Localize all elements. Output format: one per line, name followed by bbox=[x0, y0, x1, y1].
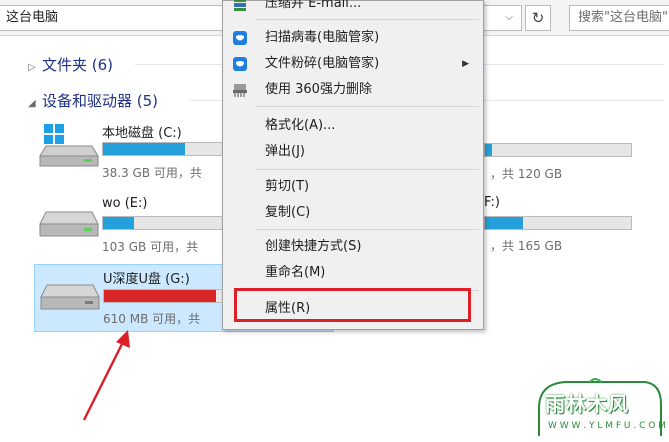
menu-item-label: 剪切(T) bbox=[265, 179, 310, 194]
usb-drive-icon bbox=[40, 284, 100, 310]
hard-drive-icon bbox=[39, 211, 99, 237]
chevron-down-icon[interactable]: ⌵ bbox=[501, 6, 517, 30]
group-label-devices: 设备和驱动器 (5) bbox=[42, 92, 159, 110]
drive-name: U深度U盘 (G:) bbox=[103, 272, 190, 287]
menu-item-rename[interactable]: 重命名(M) bbox=[223, 260, 483, 286]
drive-item[interactable]: 本地磁盘 (C:) 38.3 GB 可用，共 bbox=[34, 118, 224, 188]
search-placeholder: 搜索"这台电脑" bbox=[578, 10, 668, 25]
shield-icon bbox=[233, 57, 247, 71]
drive-usage-fill bbox=[485, 217, 523, 229]
drive-usage-bar bbox=[102, 216, 224, 230]
group-header-folders[interactable]: ▷ 文件夹 (6) bbox=[28, 54, 113, 75]
drive-space-text: 103 GB 可用，共 bbox=[102, 240, 199, 254]
shield-icon bbox=[233, 31, 247, 45]
drive-name: F:) bbox=[484, 195, 500, 210]
drive-usage-bar bbox=[484, 143, 632, 157]
chevron-right-icon: ▷ bbox=[28, 62, 36, 73]
group-label-folders: 文件夹 (6) bbox=[42, 56, 114, 74]
refresh-icon[interactable]: ↻ bbox=[525, 5, 551, 31]
drive-item[interactable]: wo (E:) 103 GB 可用，共 bbox=[34, 192, 224, 262]
group-header-devices[interactable]: ◢ 设备和驱动器 (5) bbox=[28, 90, 158, 111]
drive-name: 本地磁盘 (C:) bbox=[102, 126, 182, 141]
menu-item-format[interactable]: 格式化(A)... bbox=[223, 113, 483, 139]
archive-icon bbox=[234, 0, 246, 11]
search-input[interactable]: 搜索"这台电脑" bbox=[569, 5, 669, 31]
menu-item-label: 创建快捷方式(S) bbox=[265, 239, 362, 254]
drive-space-text: 38.3 GB 可用，共 bbox=[102, 166, 202, 180]
menu-item-label: 压缩并 E-mail... bbox=[265, 0, 362, 11]
address-path-text: 这台电脑 bbox=[6, 10, 59, 25]
menu-item-label: 文件粉碎(电脑管家) bbox=[265, 56, 380, 71]
context-menu: 压缩并 E-mail... 扫描病毒(电脑管家) 文件粉碎(电脑管家) ▶ 使用… bbox=[222, 0, 484, 330]
menu-item-label: 复制(C) bbox=[265, 205, 311, 220]
drive-usage-fill bbox=[485, 144, 493, 156]
menu-separator bbox=[255, 169, 479, 170]
drive-usage-fill bbox=[103, 143, 185, 155]
watermark-title: 雨林木风 bbox=[545, 392, 629, 416]
drive-usage-bar bbox=[103, 289, 225, 303]
drive-space-text: 610 MB 可用，共 bbox=[103, 312, 201, 326]
group-divider bbox=[484, 100, 664, 101]
menu-item-360-delete[interactable]: 使用 360强力删除 bbox=[223, 77, 483, 103]
menu-item-scan-virus[interactable]: 扫描病毒(电脑管家) bbox=[223, 25, 483, 51]
chevron-down-icon: ◢ bbox=[28, 98, 36, 109]
menu-item-shred-file[interactable]: 文件粉碎(电脑管家) ▶ bbox=[223, 51, 483, 77]
menu-item-label: 格式化(A)... bbox=[265, 118, 336, 133]
annotation-arrow-icon bbox=[82, 330, 130, 421]
menu-item-label: 使用 360强力删除 bbox=[265, 82, 372, 97]
drive-name: wo (E:) bbox=[102, 196, 148, 211]
menu-item-label: 扫描病毒(电脑管家) bbox=[265, 30, 380, 45]
group-divider bbox=[135, 64, 223, 65]
menu-item-create-shortcut[interactable]: 创建快捷方式(S) bbox=[223, 234, 483, 260]
menu-separator bbox=[255, 106, 479, 107]
menu-item-label: 弹出(J) bbox=[265, 144, 305, 159]
shredder-icon bbox=[233, 84, 247, 97]
drive-usage-fill bbox=[103, 217, 135, 229]
drive-space-text: ，共 120 GB bbox=[490, 167, 563, 181]
drive-usage-bar bbox=[484, 216, 632, 230]
menu-item-cut[interactable]: 剪切(T) bbox=[223, 174, 483, 200]
menu-separator bbox=[255, 229, 479, 230]
drive-usage-fill bbox=[104, 290, 216, 302]
submenu-arrow-icon: ▶ bbox=[462, 59, 469, 69]
menu-separator bbox=[255, 19, 479, 20]
menu-item-eject[interactable]: 弹出(J) bbox=[223, 139, 483, 165]
group-divider bbox=[484, 64, 664, 65]
windows-drive-icon bbox=[39, 124, 99, 167]
menu-item-copy[interactable]: 复制(C) bbox=[223, 200, 483, 226]
drive-usage-bar bbox=[102, 142, 224, 156]
explorer-window: 这台电脑 ⌵ ↻ 搜索"这台电脑" ▷ 文件夹 (6) ◢ 设备和驱动器 (5) 本… bbox=[0, 0, 669, 442]
drive-space-text: ，共 165 GB bbox=[490, 239, 563, 253]
menu-item-label: 重命名(M) bbox=[265, 265, 326, 280]
highlight-box bbox=[234, 288, 471, 322]
group-divider bbox=[190, 100, 223, 101]
menu-item-email[interactable]: 压缩并 E-mail... bbox=[223, 0, 483, 17]
watermark-url: W W W . Y L M F U . C O M bbox=[548, 421, 666, 431]
